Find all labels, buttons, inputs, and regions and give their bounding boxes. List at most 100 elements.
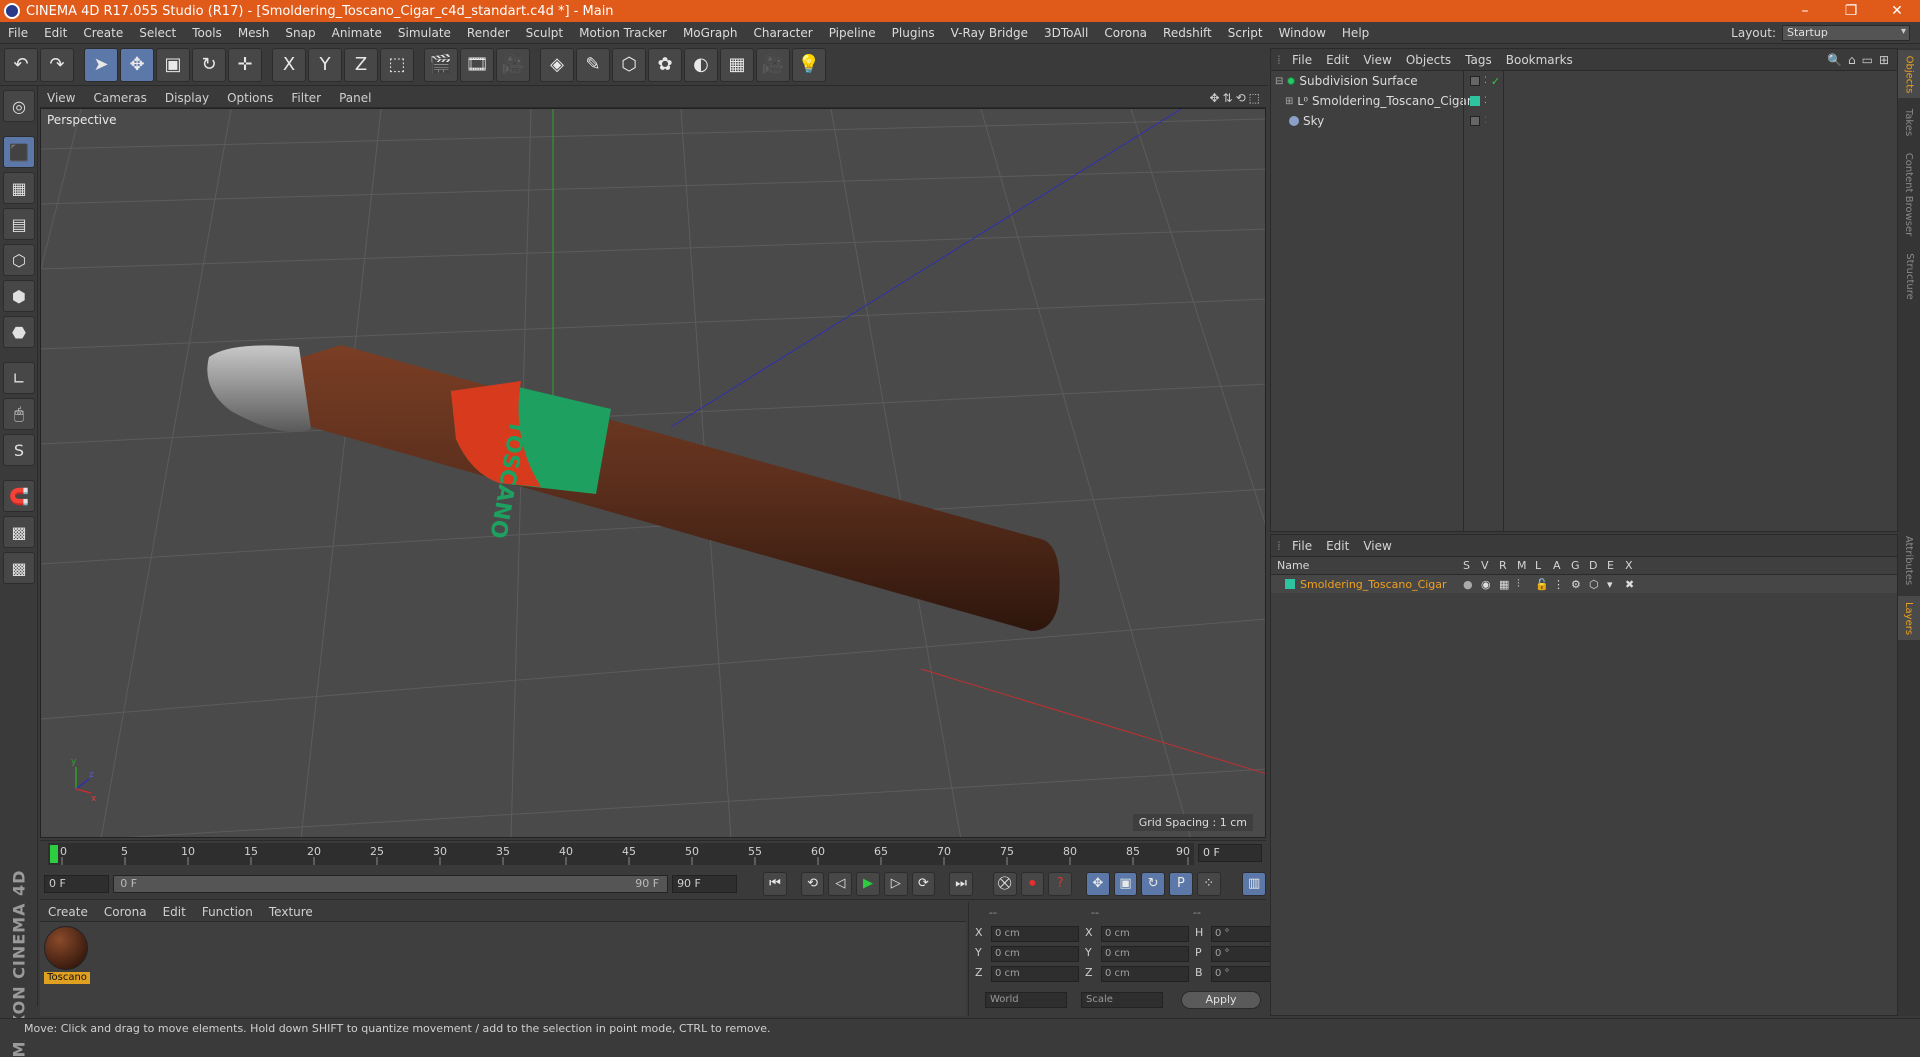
- new-panel-icon[interactable]: ⊞: [1879, 53, 1889, 67]
- tab-attributes[interactable]: Attributes: [1898, 528, 1920, 592]
- key-position-icon[interactable]: ✥: [1085, 871, 1110, 896]
- viewport-menu-filter[interactable]: Filter: [284, 91, 328, 105]
- tab-objects[interactable]: Objects: [1898, 50, 1920, 98]
- material-menu-edit[interactable]: Edit: [155, 905, 194, 919]
- layers-menu-view[interactable]: View: [1356, 539, 1398, 553]
- objects-menu-tags[interactable]: Tags: [1458, 53, 1499, 67]
- cube-primitive-icon[interactable]: ◈: [540, 47, 574, 82]
- collapse-toggle-icon[interactable]: ⊟: [1275, 76, 1283, 87]
- next-frame-icon[interactable]: ▷: [883, 871, 908, 896]
- make-editable-icon[interactable]: ◎: [3, 90, 35, 122]
- snap-icon[interactable]: 🧲: [3, 480, 35, 512]
- record-active-icon[interactable]: ⏺: [1020, 871, 1045, 896]
- model-mode-icon[interactable]: ⬛: [3, 136, 35, 168]
- solo-mode-icon[interactable]: S: [3, 434, 35, 466]
- playhead[interactable]: [50, 845, 58, 863]
- menu-animate[interactable]: Animate: [324, 26, 390, 40]
- key-scale-icon[interactable]: ▣: [1113, 871, 1138, 896]
- size-y-field[interactable]: 0 cm: [1101, 946, 1189, 962]
- enabled-check-icon[interactable]: ✓: [1491, 75, 1500, 88]
- tab-takes[interactable]: Takes: [1898, 102, 1920, 142]
- pan-view-icon[interactable]: ✥: [1209, 91, 1219, 105]
- perspective-viewport[interactable]: TOSCANO y z x Perspective Grid Spacing :…: [40, 108, 1266, 838]
- menu-redshift[interactable]: Redshift: [1155, 26, 1220, 40]
- record-disabled-icon[interactable]: ⛒: [992, 871, 1017, 896]
- objects-menu-edit[interactable]: Edit: [1319, 53, 1356, 67]
- menu-edit[interactable]: Edit: [36, 26, 75, 40]
- tab-structure[interactable]: Structure: [1898, 246, 1920, 306]
- key-pla-icon[interactable]: ⁘: [1196, 871, 1221, 896]
- y-axis-lock-icon[interactable]: Y: [308, 47, 342, 82]
- deformer-icon[interactable]: ◐: [684, 47, 718, 82]
- key-rotation-icon[interactable]: ↻: [1141, 871, 1166, 896]
- layer-tag-icon[interactable]: [1470, 76, 1480, 86]
- frame-ruler[interactable]: 0 5 10 15 20 25 30 35 40 45 50 55 60 65 …: [48, 843, 1194, 865]
- home-icon[interactable]: ⌂: [1848, 53, 1856, 67]
- z-axis-lock-icon[interactable]: Z: [344, 47, 378, 82]
- x-axis-lock-icon[interactable]: X: [272, 47, 306, 82]
- menu-render[interactable]: Render: [459, 26, 518, 40]
- layers-menu-edit[interactable]: Edit: [1319, 539, 1356, 553]
- objects-menu-objects[interactable]: Objects: [1399, 53, 1458, 67]
- material-menu-corona[interactable]: Corona: [96, 905, 155, 919]
- menu-mograph[interactable]: MoGraph: [675, 26, 746, 40]
- polygons-mode-icon[interactable]: ⬣: [3, 316, 35, 348]
- material-menu-create[interactable]: Create: [40, 905, 96, 919]
- go-to-start-icon[interactable]: ⏮: [763, 871, 787, 896]
- objects-menu-view[interactable]: View: [1356, 53, 1398, 67]
- menu-pipeline[interactable]: Pipeline: [821, 26, 884, 40]
- viewport-menu-cameras[interactable]: Cameras: [86, 91, 153, 105]
- layer-deformer-icon[interactable]: ⬡: [1589, 578, 1607, 591]
- close-button[interactable]: ✕: [1874, 0, 1920, 22]
- menu-character[interactable]: Character: [745, 26, 820, 40]
- redo-icon[interactable]: ↷: [40, 47, 74, 82]
- objects-menu-file[interactable]: File: [1285, 53, 1319, 67]
- panel-toggle-icon[interactable]: ▭: [1862, 53, 1873, 67]
- current-frame-field[interactable]: 0 F: [1198, 844, 1262, 862]
- layer-render-icon[interactable]: ▦: [1499, 578, 1517, 591]
- rotate-tool-icon[interactable]: ↻: [192, 47, 226, 82]
- viewport-menu-options[interactable]: Options: [220, 91, 280, 105]
- visibility-dots-icon[interactable]: ⁚: [1484, 116, 1487, 126]
- menu-corona[interactable]: Corona: [1096, 26, 1155, 40]
- viewport-menu-panel[interactable]: Panel: [332, 91, 378, 105]
- key-parameter-icon[interactable]: P: [1169, 871, 1193, 896]
- menu-sculpt[interactable]: Sculpt: [518, 26, 571, 40]
- viewport-menu-display[interactable]: Display: [158, 91, 216, 105]
- live-selection-icon[interactable]: ➤: [84, 47, 118, 82]
- recent-tool-icon[interactable]: ✛: [228, 47, 262, 82]
- tweak-mode-icon[interactable]: 🖱: [3, 398, 35, 430]
- floor-environment-icon[interactable]: ▦: [720, 47, 754, 82]
- orbit-view-icon[interactable]: ⟲: [1236, 91, 1246, 105]
- texture-mode-icon[interactable]: ▦: [3, 172, 35, 204]
- pos-x-field[interactable]: 0 cm: [991, 926, 1079, 942]
- size-x-field[interactable]: 0 cm: [1101, 926, 1189, 942]
- workplane-lock-icon[interactable]: ▩: [3, 516, 35, 548]
- spline-pen-icon[interactable]: ✎: [576, 47, 610, 82]
- material-menu-function[interactable]: Function: [194, 905, 261, 919]
- tab-content-browser[interactable]: Content Browser: [1898, 146, 1920, 242]
- menu-mesh[interactable]: Mesh: [230, 26, 278, 40]
- scale-tool-icon[interactable]: ▣: [156, 47, 190, 82]
- points-mode-icon[interactable]: ⬡: [3, 244, 35, 276]
- layer-lock-icon[interactable]: 🔓: [1535, 578, 1553, 591]
- size-z-field[interactable]: 0 cm: [1101, 966, 1189, 982]
- menu-vray-bridge[interactable]: V-Ray Bridge: [943, 26, 1036, 40]
- axis-mode-icon[interactable]: ∟: [3, 362, 35, 394]
- size-mode-dropdown[interactable]: Scale: [1081, 992, 1163, 1008]
- layout-dropdown[interactable]: Startup: [1782, 24, 1910, 41]
- move-tool-icon[interactable]: ✥: [120, 47, 154, 82]
- layer-xref-icon[interactable]: ✖: [1625, 578, 1643, 591]
- material-swatch[interactable]: Toscano: [44, 926, 90, 986]
- mograph-cloner-icon[interactable]: ✿: [648, 47, 682, 82]
- previous-key-icon[interactable]: ⟲: [800, 871, 825, 896]
- layer-color-icon[interactable]: [1470, 96, 1480, 106]
- toggle-view-icon[interactable]: ⬚: [1249, 91, 1260, 105]
- layer-animation-icon[interactable]: ⋮: [1553, 578, 1571, 591]
- menu-select[interactable]: Select: [131, 26, 184, 40]
- layer-tag-icon[interactable]: [1470, 116, 1480, 126]
- grid-planar-icon[interactable]: ▩: [3, 552, 35, 584]
- menu-plugins[interactable]: Plugins: [884, 26, 943, 40]
- end-frame-field[interactable]: 90 F: [672, 874, 738, 893]
- menu-create[interactable]: Create: [75, 26, 131, 40]
